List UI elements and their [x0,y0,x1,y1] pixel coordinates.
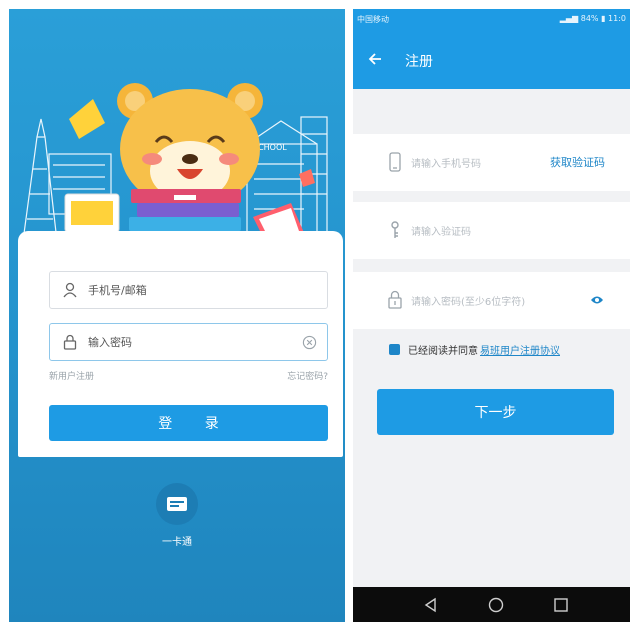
forgot-password-link[interactable]: 忘记密码? [287,369,328,382]
user-agreement-link[interactable]: 易班用户注册协议 [480,342,560,357]
next-step-button[interactable]: 下一步 [377,389,614,435]
key-icon [391,221,399,238]
signal-icon: ▂▄▆ [559,14,581,23]
phone-input[interactable]: 请输入手机号码 获取验证码 [353,134,630,191]
user-icon [63,282,77,298]
eye-icon[interactable] [590,294,604,306]
phone-placeholder: 请输入手机号码 [411,159,481,170]
login-screen: SCHOOL 手机号/邮箱 输入密码 新用户注册 忘记密码? 登 录 一卡通 [9,9,345,622]
time-label: 11:0 [608,14,626,23]
nav-back-icon[interactable] [422,596,440,614]
one-card-pass-label: 一卡通 [162,537,192,548]
bear-mascot-illustration: SCHOOL [22,83,328,245]
status-bar: 中国移动 ▂▄▆ 84% ▮ 11:0 [353,9,630,29]
phone-icon [389,152,401,172]
page-title: 注册 [405,54,433,70]
status-indicators: ▂▄▆ 84% ▮ 11:0 [560,14,626,23]
password-input[interactable]: 输入密码 [49,323,328,361]
agreement-row: 已经阅读并同意 易班用户注册协议 [389,341,560,357]
password-placeholder: 输入密码 [88,336,132,349]
account-placeholder: 手机号/邮箱 [88,284,147,297]
lock-icon [388,290,402,309]
account-input[interactable]: 手机号/邮箱 [49,271,328,309]
nav-home-icon[interactable] [487,596,505,614]
back-arrow-icon[interactable] [367,51,383,67]
lock-icon [63,334,77,350]
login-button[interactable]: 登 录 [49,405,328,441]
register-password-input[interactable]: 请输入密码(至少6位字符) [353,272,630,329]
card-icon [156,483,198,525]
carrier-label: 中国移动 [357,15,389,24]
one-card-pass-button[interactable]: 一卡通 [152,483,202,548]
verification-code-input[interactable]: 请输入验证码 [353,202,630,259]
new-user-register-link[interactable]: 新用户注册 [49,369,94,382]
app-bar: 注册 [353,29,630,89]
get-verification-code-button[interactable]: 获取验证码 [550,154,605,170]
battery-icon: ▮ [601,14,609,23]
battery-label: 84% [580,14,599,23]
register-screen: 中国移动 ▂▄▆ 84% ▮ 11:0 注册 请输入手机号码 获取验证码 请输入… [353,9,630,622]
system-nav-bar [353,587,630,622]
code-placeholder: 请输入验证码 [411,227,471,238]
agree-checkbox[interactable] [389,343,400,355]
password-placeholder: 请输入密码(至少6位字符) [411,297,526,308]
nav-recent-icon[interactable] [552,596,570,614]
paper-decoration [69,99,105,139]
clear-icon[interactable] [302,335,317,350]
agree-text: 已经阅读并同意 [408,345,478,357]
login-card: 手机号/邮箱 输入密码 新用户注册 忘记密码? 登 录 [18,231,343,457]
